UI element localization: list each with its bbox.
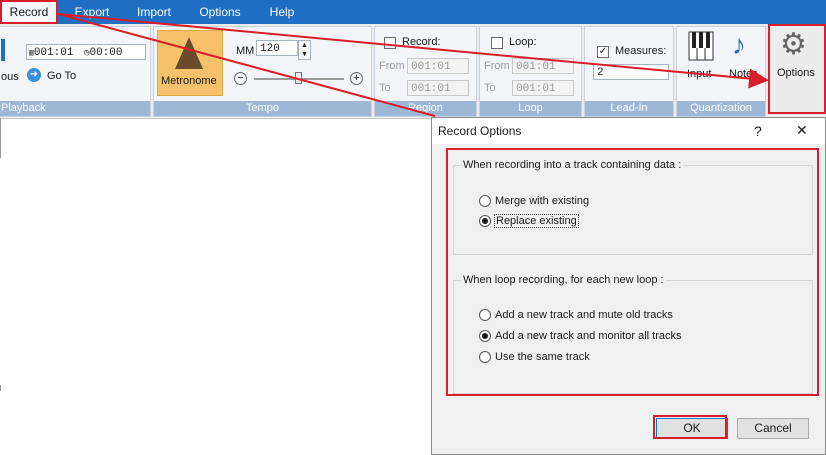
arrow-record-to-dialog [57,13,436,117]
arrow-record-to-options [57,13,769,89]
annotation-arrows [57,13,769,117]
